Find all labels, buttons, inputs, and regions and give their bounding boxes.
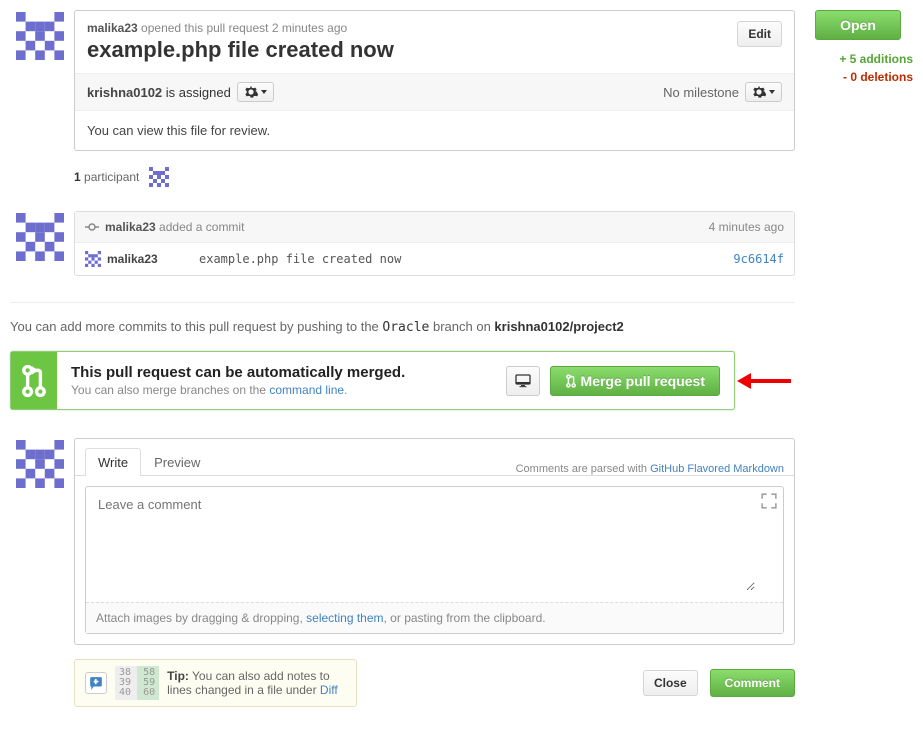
assignee-name[interactable]: krishna0102 bbox=[87, 85, 162, 100]
assignee-gear-dropdown[interactable] bbox=[237, 82, 274, 102]
gear-icon bbox=[244, 85, 258, 99]
comment-button[interactable]: Comment bbox=[710, 669, 795, 697]
annotation-arrow bbox=[735, 371, 795, 391]
tip-box: 38 58 39 59 40 60 Tip: You can also add … bbox=[74, 659, 357, 707]
pr-header: malika23 opened this pull request 2 minu… bbox=[74, 10, 795, 151]
pr-opened-time: 2 minutes ago bbox=[272, 21, 347, 35]
pr-body: You can view this file for review. bbox=[75, 110, 794, 150]
tip-line-numbers: 38 58 39 59 40 60 bbox=[115, 666, 159, 700]
commit-header-time: 4 minutes ago bbox=[709, 220, 784, 234]
git-pull-request-icon bbox=[565, 374, 577, 388]
merge-box: This pull request can be automatically m… bbox=[10, 351, 735, 410]
line-comment-icon bbox=[85, 672, 107, 694]
desktop-icon bbox=[515, 374, 531, 388]
milestone-label: No milestone bbox=[663, 85, 739, 100]
markdown-hint: Comments are parsed with GitHub Flavored… bbox=[516, 463, 784, 475]
merge-subtext: You can also merge branches on the comma… bbox=[71, 383, 506, 397]
merge-headline: This pull request can be automatically m… bbox=[71, 364, 506, 381]
participant-avatar[interactable] bbox=[149, 167, 169, 187]
commit-row: malika23 example.php file created now 9c… bbox=[75, 243, 794, 275]
commit-block: malika23 added a commit 4 minutes ago ma… bbox=[74, 211, 795, 276]
comment-box: Write Preview Comments are parsed with G… bbox=[74, 438, 795, 645]
edit-button[interactable]: Edit bbox=[737, 21, 782, 47]
merge-pull-request-button[interactable]: Merge pull request bbox=[550, 366, 720, 396]
markdown-hint-link[interactable]: GitHub Flavored Markdown bbox=[650, 463, 784, 475]
pr-opened-line: malika23 opened this pull request 2 minu… bbox=[87, 21, 737, 35]
fullscreen-button[interactable] bbox=[761, 493, 777, 509]
attach-select-link[interactable]: selecting them bbox=[306, 611, 383, 625]
tip-diff-link[interactable]: Diff bbox=[320, 683, 338, 697]
tip-text: Tip: You can also add notes to lines cha… bbox=[167, 669, 346, 697]
commit-row-author[interactable]: malika23 bbox=[107, 252, 193, 266]
push-hint: You can add more commits to this pull re… bbox=[10, 319, 795, 335]
assignee-line: krishna0102 is assigned bbox=[87, 85, 231, 100]
pr-state-open: Open bbox=[815, 10, 901, 40]
commit-row-avatar[interactable] bbox=[85, 251, 101, 267]
participants-count: 1 participant bbox=[74, 170, 139, 184]
fullscreen-icon bbox=[761, 493, 777, 509]
commit-author-avatar[interactable] bbox=[16, 213, 64, 261]
gear-icon bbox=[752, 85, 766, 99]
commit-row-message: example.php file created now bbox=[199, 252, 733, 266]
author-avatar[interactable] bbox=[16, 12, 64, 60]
pr-author[interactable]: malika23 bbox=[87, 21, 138, 35]
current-user-avatar[interactable] bbox=[16, 440, 64, 488]
commit-header-author[interactable]: malika23 bbox=[105, 220, 156, 234]
git-pull-request-icon bbox=[21, 364, 47, 398]
git-commit-icon bbox=[85, 220, 99, 234]
comment-textarea[interactable] bbox=[96, 495, 755, 591]
diff-stats: + 5 additions- 0 deletions bbox=[815, 52, 913, 84]
close-button[interactable]: Close bbox=[643, 670, 698, 696]
merge-status-icon bbox=[11, 352, 57, 409]
milestone-gear-dropdown[interactable] bbox=[745, 82, 782, 102]
command-line-link[interactable]: command line bbox=[269, 383, 344, 397]
divider bbox=[10, 302, 795, 303]
tab-preview[interactable]: Preview bbox=[141, 448, 213, 476]
pr-title: example.php file created now bbox=[87, 37, 737, 63]
commit-row-sha[interactable]: 9c6614f bbox=[733, 252, 784, 266]
desktop-app-button[interactable] bbox=[506, 366, 540, 396]
tab-write[interactable]: Write bbox=[85, 448, 141, 476]
attach-hint: Attach images by dragging & dropping, se… bbox=[86, 602, 783, 633]
